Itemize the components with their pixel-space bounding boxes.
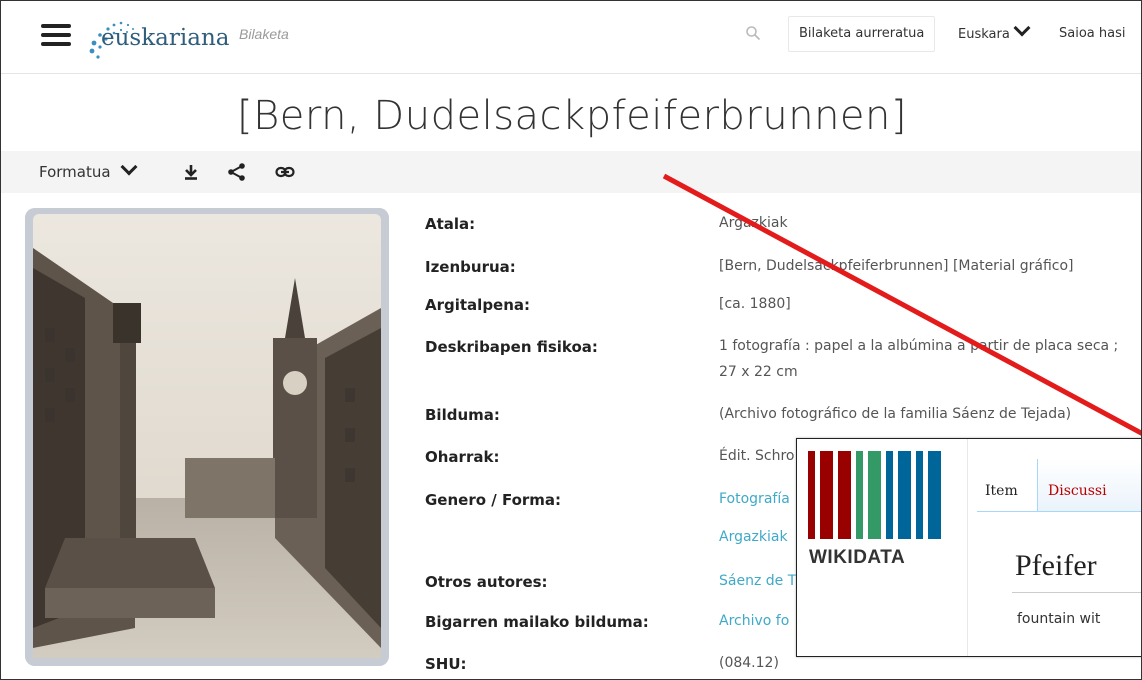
- metadata-link[interactable]: Argazkiak: [719, 529, 788, 545]
- page-frame: euskariana Bilaketa aurreratua Euskara S…: [0, 0, 1142, 680]
- advanced-search-button[interactable]: Bilaketa aurreratua: [788, 16, 936, 52]
- share-icon[interactable]: [227, 162, 247, 182]
- metadata-label: Bigarren mailako bilduma:: [425, 613, 649, 631]
- link-icon[interactable]: [275, 162, 295, 182]
- metadata-value: (084.12): [719, 655, 779, 671]
- wikidata-tabs: Item Discussi: [977, 459, 1141, 512]
- metadata-label: Atala:: [425, 215, 476, 233]
- metadata-value: [ca. 1880]: [719, 296, 791, 312]
- tab-item[interactable]: Item: [985, 483, 1018, 499]
- metadata-label: Bilduma:: [425, 406, 500, 424]
- metadata-label: Oharrak:: [425, 448, 500, 466]
- chevron-down-icon: [1013, 19, 1031, 37]
- metadata-label: SHU:: [425, 655, 467, 673]
- format-dropdown[interactable]: Formatua: [39, 158, 138, 181]
- logo-text[interactable]: euskariana: [101, 25, 229, 51]
- metadata-label: Genero / Forma:: [425, 491, 562, 509]
- login-link[interactable]: Saioa hasi: [1059, 26, 1125, 41]
- top-bar: euskariana Bilaketa aurreratua Euskara S…: [1, 1, 1141, 74]
- language-select[interactable]: Euskara: [958, 19, 1031, 42]
- wikidata-logo-icon: [808, 451, 941, 539]
- wikidata-overlay: WIKIDATA Item Discussi Pfeifer fountain …: [796, 438, 1141, 657]
- wikidata-item-description: fountain wit: [1017, 611, 1101, 627]
- metadata-value: (Archivo fotográfico de la familia Sáenz…: [719, 406, 1072, 422]
- language-label: Euskara: [958, 27, 1010, 42]
- metadata-value: Édit. Schro: [719, 448, 795, 464]
- divider: [967, 439, 968, 656]
- record-photograph[interactable]: [25, 208, 389, 666]
- metadata-value: [Bern, Dudelsackpfeiferbrunnen] [Materia…: [719, 258, 1074, 274]
- metadata-label: Deskribapen fisikoa:: [425, 338, 598, 356]
- page-title: [Bern, Dudelsackpfeiferbrunnen]: [237, 93, 907, 139]
- search-icon[interactable]: [745, 25, 761, 41]
- download-icon[interactable]: [181, 162, 201, 182]
- search-input[interactable]: [237, 25, 751, 43]
- metadata-label: Otros autores:: [425, 573, 548, 591]
- metadata-link[interactable]: Sáenz de T: [719, 573, 796, 589]
- tab-discussion-label: Discussi: [1048, 483, 1107, 499]
- metadata-value: Argazkiak: [719, 215, 788, 231]
- metadata-label: Argitalpena:: [425, 296, 531, 314]
- format-label: Formatua: [39, 163, 111, 181]
- tab-discussion[interactable]: Discussi: [1037, 459, 1141, 511]
- metadata-link[interactable]: Fotografía: [719, 491, 790, 507]
- chevron-down-icon: [120, 158, 138, 176]
- wikidata-item-title: Pfeifer: [1015, 549, 1097, 582]
- metadata-value: 1 fotografía : papel a la albúmina a par…: [719, 338, 1119, 354]
- menu-icon[interactable]: [41, 24, 71, 48]
- divider: [1012, 592, 1141, 593]
- metadata-link[interactable]: Archivo fo: [719, 613, 789, 629]
- metadata-label: Izenburua:: [425, 258, 516, 276]
- metadata-value: 27 x 22 cm: [719, 364, 798, 380]
- wikidata-wordmark: WIKIDATA: [809, 547, 906, 568]
- record-toolbar: Formatua: [1, 151, 1141, 193]
